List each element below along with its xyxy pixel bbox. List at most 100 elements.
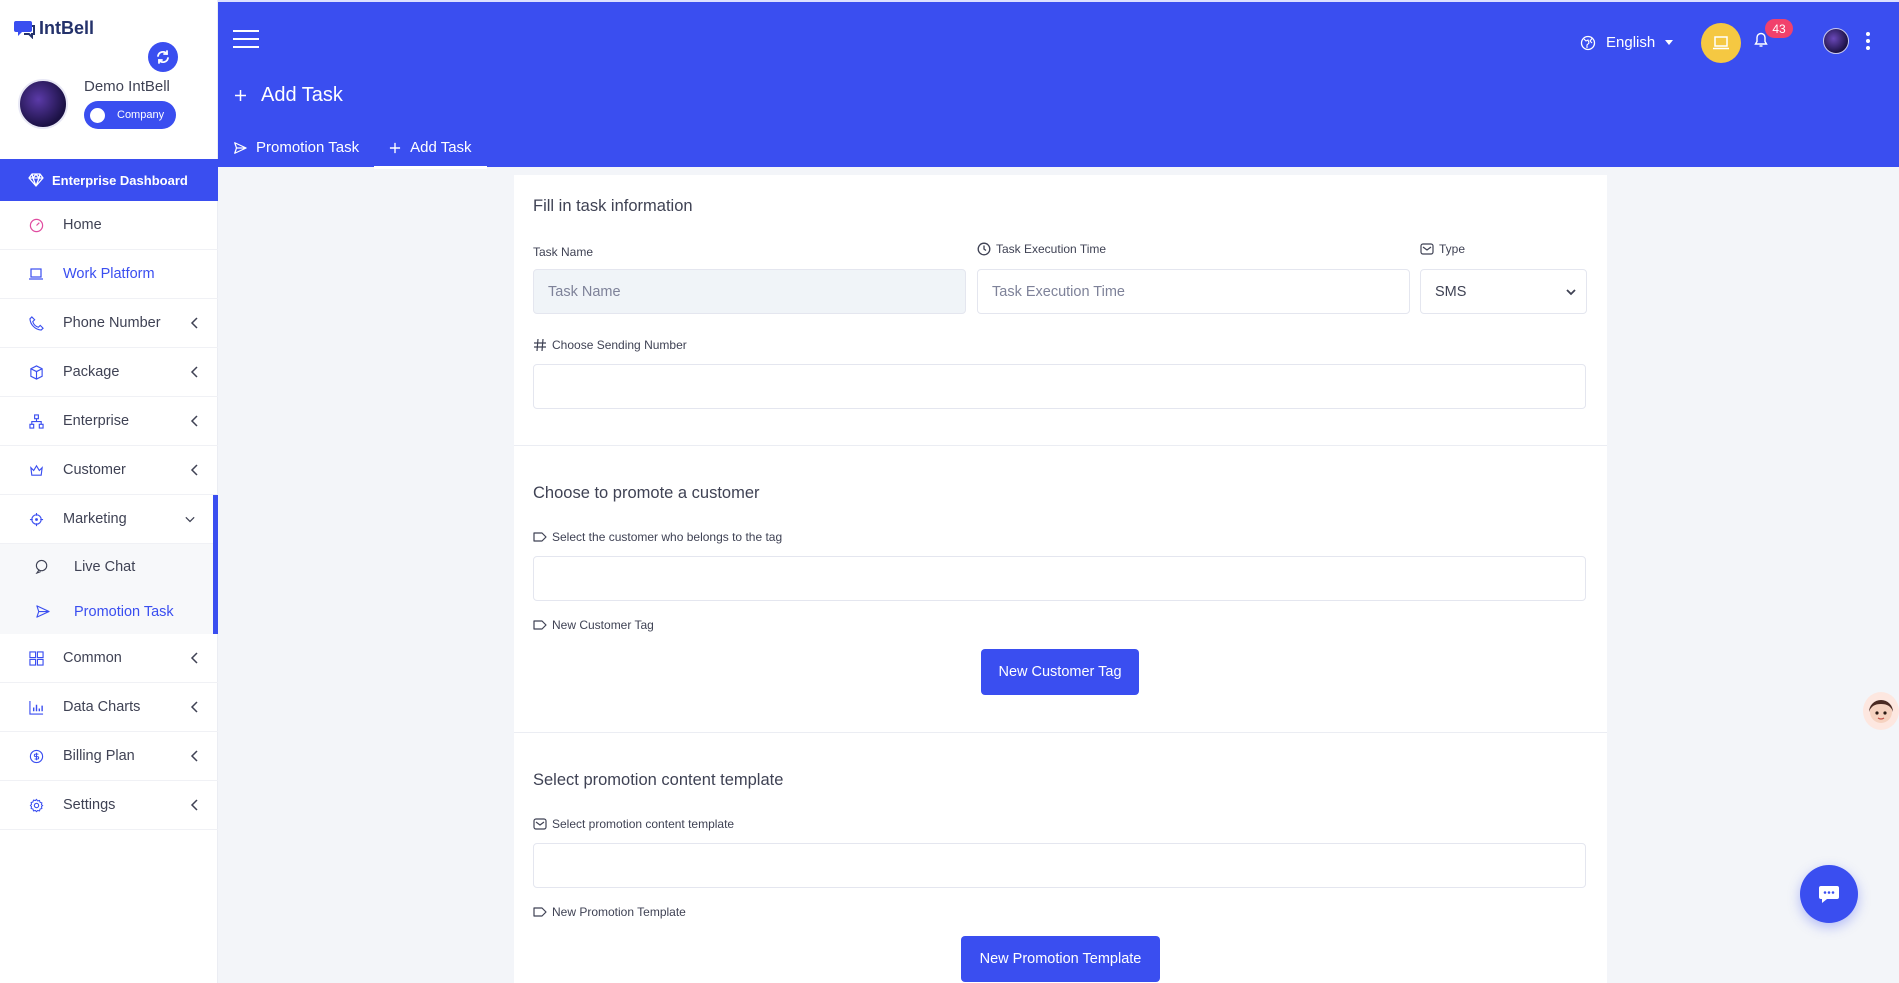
plus-icon (390, 142, 401, 153)
company-toggle[interactable]: Company (84, 101, 176, 129)
language-label: English (1606, 34, 1656, 51)
notification-button[interactable] (1754, 32, 1768, 53)
sidebar-item-common[interactable]: Common (0, 634, 218, 683)
sidebar-item-home[interactable]: Home (0, 201, 218, 250)
sidebar-item-enterprise[interactable]: Enterprise (0, 397, 218, 446)
sidebar-item-label: Data Charts (63, 699, 141, 715)
page-title: Add Task (234, 84, 343, 107)
sidebar-item-customer[interactable]: Customer (0, 446, 218, 495)
assistant-avatar[interactable] (1863, 692, 1899, 730)
company-toggle-label: Company (117, 109, 165, 121)
new-customer-tag-button[interactable]: New Customer Tag (981, 649, 1139, 695)
gear-icon (29, 798, 43, 812)
chat-widget-button[interactable] (1800, 865, 1858, 923)
section-title: Select promotion content template (533, 771, 784, 789)
language-selector[interactable]: English (1580, 34, 1674, 51)
section-title: Fill in task information (533, 197, 693, 215)
marketing-group: Marketing Live Chat Promotion Task (0, 495, 218, 634)
caret-down-icon (1665, 40, 1674, 45)
add-task-form-card: Fill in task information Task Name Task … (514, 175, 1607, 983)
tab-label: Add Task (410, 139, 472, 156)
box-icon (29, 364, 43, 380)
tag-icon (533, 532, 547, 542)
sidebar-item-label: Common (63, 650, 122, 666)
type-label: Type (1420, 242, 1465, 256)
chevron-left-icon (190, 750, 198, 762)
sidebar-item-label: Phone Number (63, 315, 161, 331)
chevron-left-icon (190, 799, 198, 811)
sidebar-subitem-live-chat[interactable]: Live Chat (0, 544, 213, 589)
sidebar-item-settings[interactable]: Settings (0, 781, 218, 830)
template-input[interactable] (533, 843, 1586, 888)
bell-icon (1754, 32, 1768, 47)
notification-count-badge: 43 (1765, 19, 1793, 38)
sending-number-input[interactable] (533, 364, 1586, 409)
chevron-left-icon (190, 464, 198, 476)
promotion-template-section: Select promotion content template Select… (514, 733, 1607, 983)
dollar-icon (29, 749, 43, 763)
chevron-left-icon (190, 701, 198, 713)
promote-customer-section: Choose to promote a customer Select the … (514, 446, 1607, 733)
plus-icon (235, 90, 246, 101)
chat-bubble-icon (1819, 886, 1839, 903)
profile-block: Demo IntBell Company (18, 78, 176, 129)
sidebar-subitem-label: Promotion Task (74, 603, 174, 620)
hamburger-menu-icon[interactable] (233, 30, 259, 48)
assistant-avatar-icon (1869, 700, 1893, 723)
chevron-down-icon (185, 516, 195, 523)
exec-time-input[interactable]: Task Execution Time (977, 269, 1410, 314)
sync-icon (157, 50, 169, 64)
top-header: Add Task Promotion Task Add Task English… (218, 0, 1899, 169)
chevron-left-icon (190, 652, 198, 664)
workspace-button[interactable] (1701, 23, 1741, 63)
tab-bar: Promotion Task Add Task (218, 126, 487, 169)
new-promotion-template-button[interactable]: New Promotion Template (961, 936, 1160, 982)
sidebar-item-label: Marketing (63, 511, 127, 527)
task-name-placeholder: Task Name (548, 283, 621, 300)
sidebar-item-work-platform[interactable]: Work Platform (0, 250, 218, 299)
brand-logo[interactable]: IntBell (14, 18, 94, 39)
sidebar-item-label: Enterprise (63, 413, 130, 429)
gauge-icon (29, 218, 43, 232)
customer-tag-input[interactable] (533, 556, 1586, 601)
sidebar-item-label: Billing Plan (63, 748, 135, 764)
task-info-section: Fill in task information Task Name Task … (514, 175, 1607, 446)
profile-name: Demo IntBell (84, 78, 170, 95)
tag-icon (533, 620, 547, 630)
user-avatar[interactable] (1823, 28, 1849, 54)
sidebar-item-label: Work Platform (63, 266, 155, 282)
sidebar-item-phone-number[interactable]: Phone Number (0, 299, 218, 348)
bar-chart-icon (28, 700, 43, 715)
avatar[interactable] (18, 78, 68, 129)
sidebar-item-package[interactable]: Package (0, 348, 218, 397)
new-customer-tag-label: New Customer Tag (533, 618, 654, 632)
sidebar-item-billing-plan[interactable]: Billing Plan (0, 732, 218, 781)
send-icon (234, 141, 247, 154)
send-icon (35, 605, 50, 618)
more-options-icon[interactable] (1866, 32, 1870, 53)
task-name-label: Task Name (533, 245, 594, 259)
sidebar-item-label: Settings (63, 797, 116, 813)
tab-promotion-task[interactable]: Promotion Task (218, 126, 374, 169)
sidebar-item-data-charts[interactable]: Data Charts (0, 683, 218, 732)
sidebar-subitem-promotion-task[interactable]: Promotion Task (0, 589, 213, 634)
sidebar-item-label: Package (63, 364, 120, 380)
diamond-icon (28, 173, 44, 187)
tab-add-task[interactable]: Add Task (374, 126, 487, 169)
new-template-label: New Promotion Template (533, 905, 686, 919)
enterprise-dashboard-label: Enterprise Dashboard (52, 172, 188, 188)
target-icon (29, 512, 43, 526)
chevron-down-icon (1566, 288, 1576, 295)
exec-time-placeholder: Task Execution Time (992, 283, 1125, 300)
enterprise-dashboard-link[interactable]: Enterprise Dashboard (0, 159, 218, 201)
sync-button[interactable] (148, 42, 178, 72)
sidebar-subitem-label: Live Chat (74, 558, 136, 575)
task-name-input[interactable]: Task Name (533, 269, 966, 314)
type-select[interactable]: SMS (1420, 269, 1587, 314)
toggle-knob (90, 107, 105, 123)
sidebar-item-marketing[interactable]: Marketing (0, 495, 213, 544)
laptop-icon (1713, 36, 1729, 50)
sidebar-menu: Home Work Platform Phone Number Package … (0, 201, 218, 830)
laptop-icon (29, 268, 43, 280)
chevron-left-icon (190, 366, 198, 378)
